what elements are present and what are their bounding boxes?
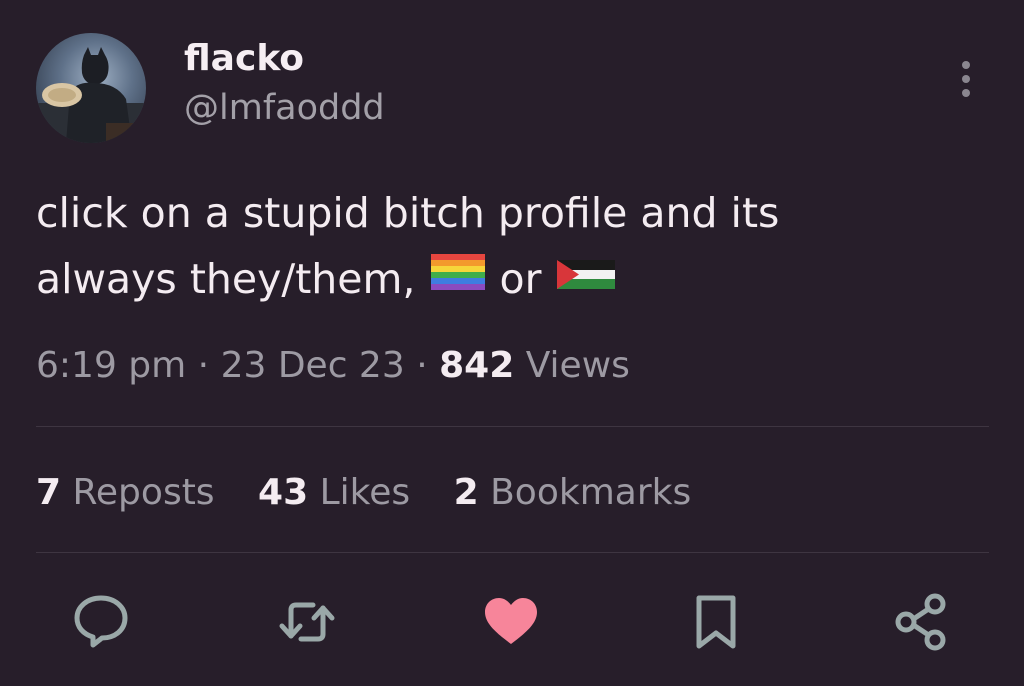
tweet-meta: 6:19 pm · 23 Dec 23 · 842 Views: [36, 345, 630, 386]
divider: [36, 426, 989, 427]
repost-icon: [279, 602, 335, 642]
views-label: Views: [525, 345, 630, 386]
reposts-count: 7: [36, 472, 62, 513]
likes-stat[interactable]: 43 Likes: [258, 472, 422, 513]
share-button[interactable]: [891, 590, 951, 654]
likes-count: 43: [258, 472, 309, 513]
views-count: 842: [439, 345, 515, 386]
reposts-label: Reposts: [72, 472, 215, 513]
tweet-line-2-or: or: [499, 255, 542, 303]
author-handle[interactable]: @lmfaoddd: [184, 88, 385, 128]
tweet-line-1: click on a stupid bitch profile and its: [36, 189, 780, 237]
like-button[interactable]: [481, 590, 541, 654]
reply-button[interactable]: [71, 590, 131, 654]
tweet-text: click on a stupid bitch profile and its …: [36, 180, 996, 312]
separator: ·: [416, 345, 428, 386]
bookmarks-label: Bookmarks: [490, 472, 692, 513]
reply-icon: [74, 595, 128, 648]
share-icon: [895, 593, 946, 651]
palestine-flag-icon: [555, 245, 617, 311]
tweet-time[interactable]: 6:19 pm: [36, 345, 186, 386]
separator: ·: [197, 345, 210, 386]
like-icon: [485, 598, 537, 644]
bookmarks-count: 2: [453, 472, 479, 513]
avatar-image: [36, 47, 146, 143]
tweet-stats: 7 Reposts 43 Likes 2 Bookmarks: [36, 472, 723, 513]
tweet-line-2-prefix: always they/them,: [36, 255, 416, 303]
tweet-date[interactable]: 23 Dec 23: [221, 345, 405, 386]
rainbow-flag-icon: [429, 245, 487, 311]
repost-button[interactable]: [277, 590, 337, 654]
likes-label: Likes: [319, 472, 411, 513]
avatar[interactable]: [36, 33, 146, 143]
bookmark-button[interactable]: [686, 590, 746, 654]
bookmarks-stat[interactable]: 2 Bookmarks: [454, 472, 692, 513]
tweet-line-2: always they/them, or: [36, 246, 996, 312]
action-bar: [0, 590, 1024, 654]
reposts-stat[interactable]: 7 Reposts: [36, 472, 226, 513]
bookmark-icon: [696, 595, 736, 649]
author-name[interactable]: flacko: [184, 38, 304, 79]
divider: [36, 552, 989, 553]
more-options-icon[interactable]: [955, 58, 977, 100]
